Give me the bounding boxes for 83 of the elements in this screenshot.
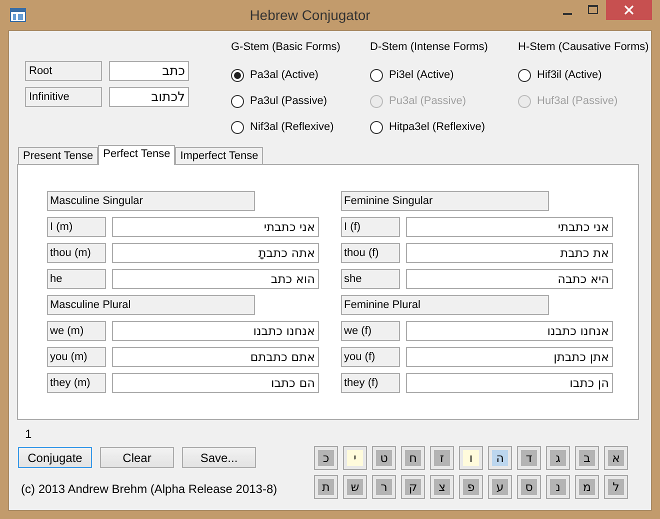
pronoun-label: we (m) [47,321,106,341]
verb-form-field[interactable]: הוא כתב [112,269,319,289]
letter-key[interactable]: פ [460,476,482,498]
letter-key[interactable]: ק [402,476,424,498]
copyright-text: (c) 2013 Andrew Brehm (Alpha Release 2013-8) [21,482,278,496]
radio-circle[interactable] [231,120,244,134]
field-label: Infinitive [25,87,102,107]
radio-button[interactable]: Hif3il (Active) [518,62,602,88]
letter-key[interactable]: י [344,447,366,469]
letter-key[interactable]: מ [576,476,598,498]
group-heading: Masculine Singular [47,191,255,211]
radio-button[interactable]: Pi3el (Active) [370,62,454,88]
text-field[interactable]: כתב [109,61,189,81]
verb-form-field[interactable]: אתן כתבתן [406,347,613,367]
pronoun-label: I (m) [47,217,106,237]
letter-key[interactable]: ש [344,476,366,498]
letter-key[interactable]: כ [315,447,337,469]
radio-button[interactable]: Pa3ul (Passive) [231,88,328,114]
pronoun-label: you (m) [47,347,106,367]
window-icon [10,8,26,22]
letter-key[interactable]: ה [489,447,511,469]
letter-key[interactable]: ג [547,447,569,469]
letter-key[interactable]: צ [431,476,453,498]
tab[interactable]: Imperfect Tense [175,147,264,164]
group-heading: D-Stem (Intense Forms) [370,41,489,55]
pronoun-label: you (f) [341,347,400,367]
verb-form-field[interactable]: הם כתבו [112,373,319,393]
verb-form-field[interactable]: אתם כתבתם [112,347,319,367]
letter-key[interactable]: ע [489,476,511,498]
verb-form-field[interactable]: אתה כתבתָ [112,243,319,263]
field-label: Root [25,61,102,81]
group-heading: H-Stem (Causative Forms) [518,41,649,55]
pronoun-label: they (f) [341,373,400,393]
verb-form-field[interactable]: אנחנו כתבנו [406,321,613,341]
group-heading: Feminine Singular [341,191,549,211]
pronoun-label: she [341,269,400,289]
button[interactable]: Conjugate [18,447,92,468]
pronoun-label: we (f) [341,321,400,341]
text-field[interactable]: לכתוב [109,87,189,107]
close-icon [624,5,634,15]
pronoun-label: thou (f) [341,243,400,263]
verb-form-field[interactable]: אני כתבתי [112,217,319,237]
verb-form-field[interactable]: הן כתבו [406,373,613,393]
radio-circle[interactable] [518,68,531,82]
letter-key[interactable]: ז [431,447,453,469]
letter-key[interactable]: ב [576,447,598,469]
letter-key[interactable]: ט [373,447,395,469]
letter-key[interactable]: ו [460,447,482,469]
group-heading: Feminine Plural [341,295,549,315]
group-heading: G-Stem (Basic Forms) [231,41,342,55]
tab[interactable]: Present Tense [18,147,98,164]
maximize-icon [588,5,598,15]
group-heading: Masculine Plural [47,295,255,315]
minimize-icon [562,12,572,14]
button[interactable]: Clear [100,447,174,468]
letter-key[interactable]: ר [373,476,395,498]
radio-button[interactable]: Hitpa3el (Reflexive) [370,114,485,140]
close-button[interactable] [606,0,652,20]
radio-button[interactable]: Nif3al (Reflexive) [231,114,334,140]
tab[interactable]: Perfect Tense [98,145,176,165]
radio-button[interactable]: Pa3al (Active) [231,62,318,88]
letter-key[interactable]: ת [315,476,337,498]
verb-form-field[interactable]: היא כתבה [406,269,613,289]
pronoun-label: I (f) [341,217,400,237]
radio-circle[interactable] [231,94,244,108]
verb-form-field[interactable]: אנחנו כתבנו [112,321,319,341]
letter-key[interactable]: ל [605,476,627,498]
letter-key[interactable]: ד [518,447,540,469]
letter-key[interactable]: א [605,447,627,469]
letter-key[interactable]: ח [402,447,424,469]
counter-label: 1 [25,427,33,441]
pronoun-label: they (m) [47,373,106,393]
letter-key[interactable]: ס [518,476,540,498]
letter-key[interactable]: נ [547,476,569,498]
pronoun-label: he [47,269,106,289]
radio-circle[interactable] [370,120,383,134]
radio-circle[interactable] [370,68,383,82]
radio-circle[interactable] [231,68,244,82]
button[interactable]: Save... [182,447,256,468]
verb-form-field[interactable]: את כתבת [406,243,613,263]
window-title: Hebrew Conjugator [248,7,372,23]
verb-form-field[interactable]: אני כתבתי [406,217,613,237]
pronoun-label: thou (m) [47,243,106,263]
